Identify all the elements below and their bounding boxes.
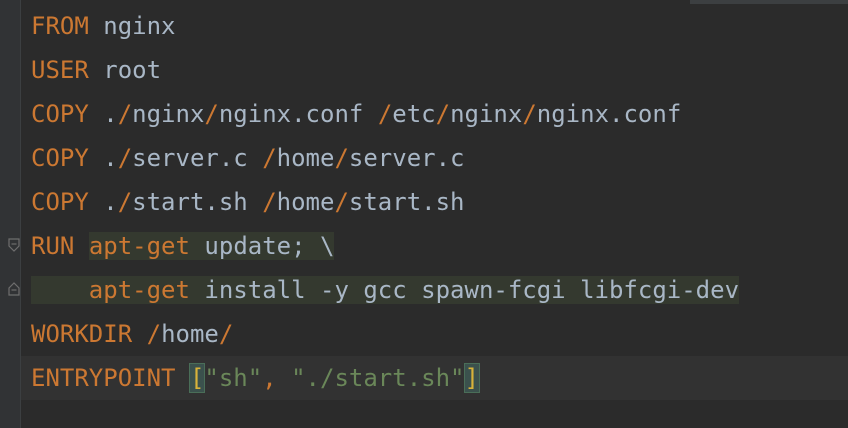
code-token: root bbox=[88, 56, 162, 84]
keyword-token: RUN bbox=[31, 232, 75, 260]
keyword-token: USER bbox=[31, 56, 89, 84]
code-token: install -y gcc spawn-fcgi libfcgi-dev bbox=[189, 276, 740, 304]
code-line[interactable]: WORKDIR /home/ bbox=[31, 312, 848, 356]
code-token: / bbox=[377, 100, 393, 128]
code-token: / bbox=[117, 188, 133, 216]
code-line[interactable]: COPY ./server.c /home/server.c bbox=[31, 136, 848, 180]
code-token: / bbox=[146, 320, 162, 348]
code-editor[interactable]: FROM nginx USER root COPY ./nginx/nginx.co… bbox=[0, 0, 848, 428]
code-token: / bbox=[204, 100, 219, 128]
code-token: nginx bbox=[132, 100, 205, 128]
code-token: nginx bbox=[88, 12, 176, 40]
code-line[interactable]: RUN apt-get update; \ bbox=[31, 224, 848, 268]
code-token: / bbox=[117, 100, 133, 128]
keyword-token: COPY bbox=[31, 100, 89, 128]
keyword-token: apt-get bbox=[88, 232, 190, 260]
keyword-token: COPY bbox=[31, 188, 89, 216]
code-token: nginx.conf bbox=[536, 100, 682, 128]
code-token: home bbox=[276, 144, 335, 172]
code-token: / bbox=[522, 100, 537, 128]
code-token: / bbox=[334, 144, 349, 172]
code-token bbox=[31, 276, 89, 304]
code-token: / bbox=[262, 188, 277, 216]
keyword-token: ENTRYPOINT bbox=[31, 364, 176, 392]
code-token: start.sh bbox=[348, 188, 465, 216]
code-token: update; \ bbox=[189, 232, 335, 260]
code-area[interactable]: FROM nginx USER root COPY ./nginx/nginx.co… bbox=[31, 4, 848, 400]
code-token: server.c bbox=[348, 144, 465, 172]
code-line[interactable]: ENTRYPOINT ["sh", "./start.sh"] bbox=[31, 356, 848, 400]
code-token: / bbox=[218, 320, 234, 348]
code-token: / bbox=[262, 144, 277, 172]
code-line[interactable]: COPY ./start.sh /home/start.sh bbox=[31, 180, 848, 224]
code-token: nginx bbox=[450, 100, 523, 128]
keyword-token: WORKDIR bbox=[31, 320, 133, 348]
fold-start-icon[interactable] bbox=[8, 238, 20, 252]
string-token: "./start.sh" bbox=[291, 364, 465, 392]
keyword-token: FROM bbox=[31, 12, 89, 40]
code-token: home bbox=[161, 320, 219, 348]
code-token: . bbox=[88, 188, 118, 216]
code-token: etc bbox=[392, 100, 436, 128]
code-line[interactable]: FROM nginx bbox=[31, 4, 848, 48]
code-token: . bbox=[88, 144, 118, 172]
code-line[interactable]: COPY ./nginx/nginx.conf /etc/nginx/nginx… bbox=[31, 92, 848, 136]
matched-bracket: [ bbox=[188, 363, 206, 393]
fold-end-icon[interactable] bbox=[8, 282, 20, 296]
keyword-token: apt-get bbox=[88, 276, 190, 304]
code-token: . bbox=[88, 100, 118, 128]
string-token: "sh" bbox=[204, 364, 263, 392]
code-token: home bbox=[276, 188, 335, 216]
code-token: nginx.conf bbox=[218, 100, 378, 128]
code-line[interactable]: USER root bbox=[31, 48, 848, 92]
matched-bracket: ] bbox=[463, 363, 480, 393]
code-token: / bbox=[334, 188, 349, 216]
editor-gutter bbox=[0, 0, 21, 428]
code-token: server.c bbox=[132, 144, 263, 172]
code-line[interactable]: apt-get install -y gcc spawn-fcgi libfcg… bbox=[31, 268, 848, 312]
keyword-token: COPY bbox=[31, 144, 89, 172]
code-token: , bbox=[262, 364, 292, 392]
code-token: / bbox=[435, 100, 451, 128]
code-token: / bbox=[117, 144, 133, 172]
code-token: start.sh bbox=[132, 188, 263, 216]
